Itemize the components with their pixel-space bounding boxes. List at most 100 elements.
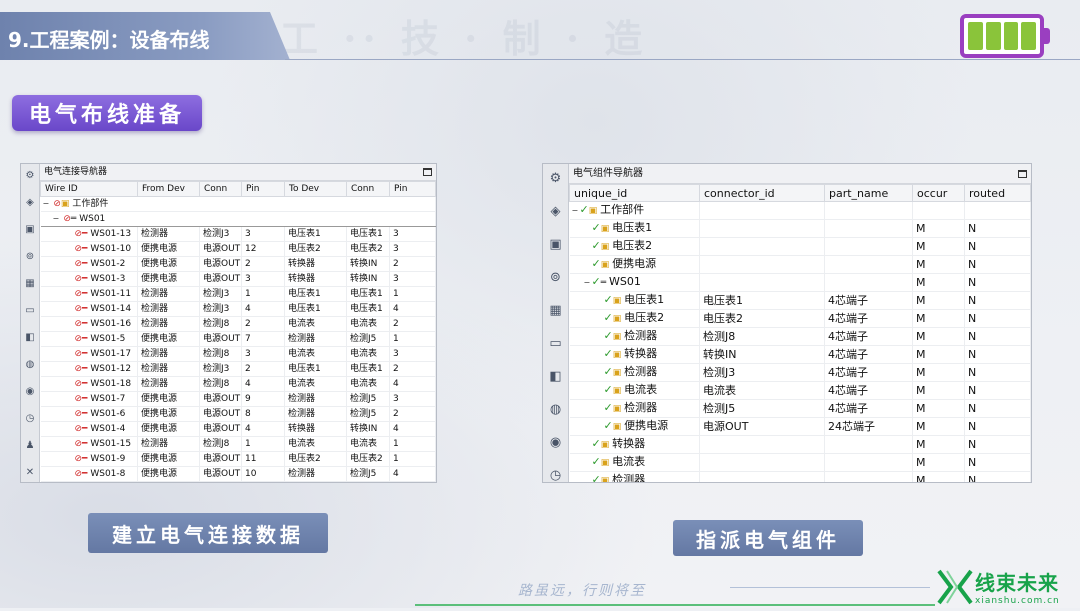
table-row[interactable]: ⊘━ WS01-18 检测器 检测J8 4 电流表 电流表 4 [40,376,436,392]
tree-node-label: 电流表 [624,383,658,396]
image-icon[interactable]: ▦ [23,277,37,291]
table-row[interactable]: ⊘━ WS01-6 便携电源 电源OUT 8 检测器 检测J5 2 [40,406,436,422]
globe-icon[interactable]: ◉ [547,434,565,452]
table-row[interactable]: ✓▣ 检测器 检测J3 4芯端子 M N [569,363,1031,382]
gear-icon[interactable]: ⚙ [23,169,37,183]
table-row[interactable]: ✓▣ 转换器 M N [569,435,1031,454]
table-row[interactable]: ⊘━ WS01-14 检测器 检测J3 4 电压表1 电压表1 4 [40,301,436,317]
logo-name: 线束未来 [975,571,1059,595]
assembly-icon[interactable]: ▣ [547,236,565,254]
table-cell: 4 [389,421,436,437]
table-row[interactable]: ✓▣ 电压表2 M N [569,237,1031,256]
part-icon[interactable]: ◈ [547,203,565,221]
column-header[interactable]: From Dev [137,181,200,197]
clock-icon[interactable]: ◷ [547,467,565,485]
column-header[interactable]: connector_id [699,184,825,202]
maximize-icon[interactable] [1018,170,1027,178]
table-row[interactable]: ⊘━ WS01-15 检测器 检测J8 1 电流表 电流表 1 [40,436,436,452]
table-row[interactable]: ✓▣ 电压表1 M N [569,219,1031,238]
part-icon[interactable]: ◈ [23,196,37,210]
cell-value: 电源OUT [203,424,241,434]
table-row[interactable]: ⊘━ WS01-10 便携电源 电源OUT 12 电压表2 电压表2 3 [40,241,436,257]
table-row[interactable]: ⊘━ WS01-12 检测器 检测J3 2 电压表1 电压表1 2 [40,361,436,377]
table-row[interactable]: ✓▣ 检测器 检测J5 4芯端子 M N [569,399,1031,418]
column-header[interactable]: part_name [824,184,913,202]
table-row[interactable]: ⊘━ WS01-17 检测器 检测J8 3 电流表 电流表 3 [40,346,436,362]
table-cell: 电流表 [284,316,347,332]
table-cell: 2 [389,316,436,332]
navigator-titlebar: 电气连接导航器 [40,164,436,181]
table-row[interactable]: ⊘━ WS01-16 检测器 检测J8 2 电流表 电流表 2 [40,316,436,332]
connector-cell [699,453,825,472]
column-header[interactable]: To Dev [284,181,347,197]
table-cell: 1 [389,286,436,302]
table-cell: 检测J5 [346,391,390,407]
table-row[interactable]: ⊘━ WS01-9 便携电源 电源OUT 11 电压表2 电压表2 1 [40,451,436,467]
table-row[interactable]: ✓▣ 电流表 电流表 4芯端子 M N [569,381,1031,400]
table-row[interactable]: ⊘━ WS01-1便携电源电源OUT1转换器转换IN1 [40,481,436,482]
column-header[interactable]: Pin [389,181,436,197]
connection-icon[interactable]: ▭ [547,335,565,353]
table-row[interactable]: ⊘━ WS01-4 便携电源 电源OUT 4 转换器 转换IN 4 [40,421,436,437]
table-cell: 便携电源 [137,391,200,407]
person-icon[interactable]: ♟ [23,439,37,453]
column-header[interactable]: routed [964,184,1031,202]
table-row[interactable]: ⊘━ WS01-7 便携电源 电源OUT 9 检测器 检测J5 3 [40,391,436,407]
tools-icon[interactable]: ✕ [23,466,37,480]
maximize-icon[interactable] [423,168,432,176]
collapse-icon[interactable]: − [53,212,61,226]
table-row[interactable]: −✓▣ 工作部件 [569,201,1031,220]
assembly-icon[interactable]: ▣ [23,223,37,237]
column-header[interactable]: Conn [346,181,390,197]
table-row[interactable]: ✓▣ 检测器 检测J8 4芯端子 M N [569,327,1031,346]
cell-value: 电流表 [288,439,316,449]
column-header[interactable]: Wire ID [40,181,138,197]
cell-value: 检测J5 [350,394,377,404]
caption-right: 指派电气组件 [673,520,863,556]
clock-icon[interactable]: ◷ [23,412,37,426]
table-row[interactable]: ⊘━ WS01-8 便携电源 电源OUT 10 检测器 检测J5 4 [40,466,436,482]
column-header[interactable]: Pin [241,181,285,197]
part-cell [824,237,913,256]
table-row[interactable]: −✓═ WS01 M N [569,273,1031,292]
box-icon[interactable]: ◧ [547,368,565,386]
table-cell: 电源OUT [199,421,242,437]
gear-icon[interactable]: ⚙ [547,170,565,188]
unique-id-cell: ✓▣ 电流表 [569,453,700,472]
connection-icon[interactable]: ▭ [23,304,37,318]
column-header[interactable]: Conn [199,181,242,197]
cell-value: WS01-4 [90,424,126,434]
table-cell: 1 [241,286,285,302]
table-row[interactable]: ⊘━ WS01-5 便携电源 电源OUT 7 检测器 检测J5 1 [40,331,436,347]
table-row[interactable]: ✓▣ 检测器 M N [569,471,1031,482]
table-cell: 1 [389,451,436,467]
constraint-icon[interactable]: ⊚ [23,250,37,264]
globe-icon[interactable]: ◉ [23,385,37,399]
image-icon[interactable]: ▦ [547,302,565,320]
column-header[interactable]: occur [912,184,965,202]
sphere-icon[interactable]: ◍ [547,401,565,419]
collapse-icon[interactable]: − [43,197,51,211]
table-row[interactable]: ⊘━ WS01-3 便携电源 电源OUT 3 转换器 转换IN 3 [40,271,436,287]
table-cell: 电流表 [346,316,390,332]
tree-row-root[interactable]: − ⊘▣ 工作部件 [40,196,436,212]
table-row[interactable]: ✓▣ 转换器 转换IN 4芯端子 M N [569,345,1031,364]
table-cell: 1 [241,481,285,482]
box-icon[interactable]: ◧ [23,331,37,345]
table-cell: 8 [241,406,285,422]
wire-id-cell: ⊘━ WS01-17 [40,346,138,362]
column-header[interactable]: unique_id [569,184,700,202]
table-row[interactable]: ✓▣ 电压表2 电压表2 4芯端子 M N [569,309,1031,328]
collapse-icon[interactable]: − [584,275,592,291]
table-row[interactable]: ✓▣ 电流表 M N [569,453,1031,472]
table-row[interactable]: ⊘━ WS01-11 检测器 检测J3 1 电压表1 电压表1 1 [40,286,436,302]
constraint-icon[interactable]: ⊚ [547,269,565,287]
table-row[interactable]: ✓▣ 电压表1 电压表1 4芯端子 M N [569,291,1031,310]
tree-row-harness[interactable]: − ⊘═ WS01 [40,211,436,227]
collapse-icon[interactable]: − [572,203,580,219]
table-row[interactable]: ⊘━ WS01-2 便携电源 电源OUT 2 转换器 转换IN 2 [40,256,436,272]
sphere-icon[interactable]: ◍ [23,358,37,372]
table-row[interactable]: ⊘━ WS01-13 检测器 检测J3 3 电压表1 电压表1 3 [40,226,436,242]
table-row[interactable]: ✓▣ 便携电源 M N [569,255,1031,274]
table-row[interactable]: ✓▣ 便携电源 电源OUT 24芯端子 M N [569,417,1031,436]
